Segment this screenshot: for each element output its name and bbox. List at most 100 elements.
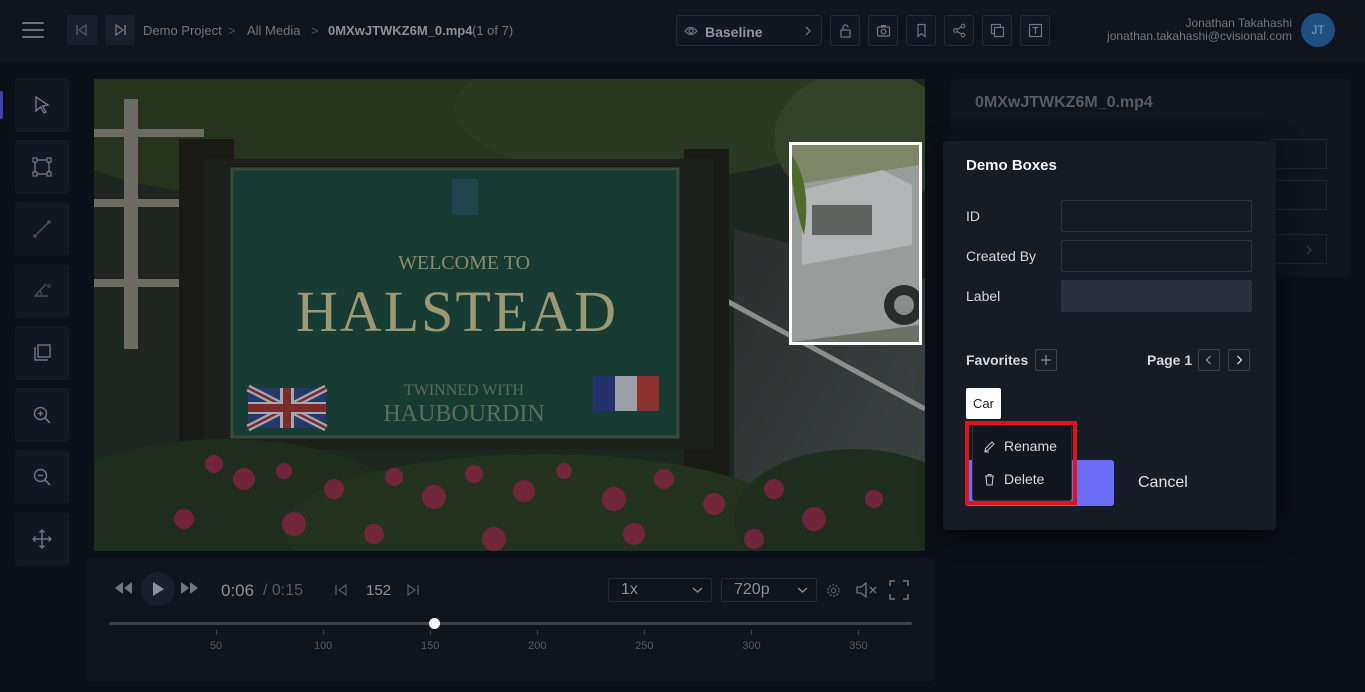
sign-twinned-text: TWINNED WITH xyxy=(404,382,525,399)
uk-flag xyxy=(246,384,328,432)
angle-tool[interactable] xyxy=(15,264,69,318)
panel-field-edge xyxy=(1271,180,1327,210)
fast-forward-icon[interactable] xyxy=(179,581,199,595)
bookmark-button[interactable] xyxy=(906,15,936,46)
text-box-icon xyxy=(1028,23,1042,38)
play-icon xyxy=(153,582,164,596)
share-button[interactable] xyxy=(944,15,974,46)
playback-speed-select[interactable]: 1x xyxy=(608,578,712,602)
timeline-tick xyxy=(858,630,860,635)
favorites-label: Favorites xyxy=(966,352,1029,368)
timeline-tick-label: 350 xyxy=(849,640,868,652)
version-selector[interactable]: Baseline xyxy=(676,15,822,46)
created-by-input[interactable] xyxy=(1061,240,1252,272)
add-favorite-button[interactable] xyxy=(1035,349,1057,371)
copy-icon xyxy=(990,23,1004,38)
menu-icon[interactable] xyxy=(22,22,44,40)
breadcrumb-separator: > xyxy=(311,23,319,38)
bounding-box-annotation[interactable] xyxy=(789,142,922,345)
timeline-tick xyxy=(430,630,432,635)
cancel-button[interactable]: Cancel xyxy=(1138,474,1188,492)
move-icon xyxy=(32,529,52,549)
breadcrumb-all-media[interactable]: All Media xyxy=(247,23,300,38)
select-tool[interactable] xyxy=(15,78,69,132)
rewind-icon[interactable] xyxy=(114,581,134,595)
timeline-track[interactable] xyxy=(109,622,912,625)
timeline-tick-label: 50 xyxy=(209,640,223,652)
breadcrumb-separator: > xyxy=(228,23,236,38)
next-page-button[interactable] xyxy=(1228,349,1250,371)
created-by-label: Created By xyxy=(966,248,1037,264)
highlight-box xyxy=(965,421,1077,505)
label-label: Label xyxy=(966,288,1001,304)
snapshot-button[interactable] xyxy=(868,15,898,46)
timeline-tick-label: 300 xyxy=(742,640,761,652)
playback-controls: 0:06 / 0:15 152 1x 720p 50 100 150 200 250 30… xyxy=(86,558,935,681)
camera-icon xyxy=(876,25,890,37)
favorite-chip-car[interactable]: Car xyxy=(966,388,1001,419)
lock-icon xyxy=(839,24,851,38)
media-file-title: 0MXwJTWKZ6M_0.mp4 xyxy=(975,94,1153,111)
playback-speed-value: 1x xyxy=(621,581,638,598)
top-bar: Demo Project > All Media > 0MXwJTWKZ6M_0… xyxy=(0,0,1365,62)
user-info: Jonathan Takahashi jonathan.takahashi@cv… xyxy=(1107,17,1292,43)
total-time: / 0:15 xyxy=(263,582,304,599)
sign-welcome-text: WELCOME TO xyxy=(398,252,530,274)
line-tool[interactable] xyxy=(15,202,69,256)
skip-previous-icon xyxy=(76,23,87,37)
plus-icon xyxy=(1041,355,1051,365)
chevron-right-icon xyxy=(805,26,811,36)
pan-tool[interactable] xyxy=(15,512,69,566)
label-input[interactable] xyxy=(1061,280,1252,312)
quality-select[interactable]: 720p xyxy=(721,578,817,602)
play-button[interactable] xyxy=(141,572,175,606)
frame-number[interactable]: 152 xyxy=(366,582,391,599)
chevron-down-icon xyxy=(692,587,703,593)
timeline-tick-label: 250 xyxy=(635,640,654,652)
previous-frame-icon[interactable] xyxy=(334,584,348,596)
share-icon xyxy=(952,23,965,38)
bookmark-icon xyxy=(916,23,926,38)
previous-media-button[interactable] xyxy=(67,15,97,45)
pointer-icon xyxy=(35,95,50,114)
timeline-tick xyxy=(216,630,218,635)
chevron-right-icon xyxy=(1306,245,1312,255)
zoom-out-tool[interactable] xyxy=(15,450,69,504)
version-label: Baseline xyxy=(705,24,763,40)
zoom-in-icon xyxy=(33,406,51,424)
zoom-out-icon xyxy=(33,468,51,486)
sign-twin-town: HAUBOURDIN xyxy=(383,401,544,427)
eye-icon xyxy=(684,26,698,36)
text-button[interactable] xyxy=(1020,15,1050,46)
copy-frames-tool[interactable] xyxy=(15,326,69,380)
quality-value: 720p xyxy=(734,581,770,598)
current-time: 0:06 xyxy=(221,581,255,600)
mute-icon[interactable] xyxy=(855,582,879,598)
chevron-left-icon xyxy=(1205,355,1211,365)
car-crop xyxy=(792,145,919,342)
sign-town-name: HALSTEAD xyxy=(296,279,618,344)
zoom-in-tool[interactable] xyxy=(15,388,69,442)
fullscreen-icon[interactable] xyxy=(889,580,909,600)
id-input[interactable] xyxy=(1061,200,1252,232)
timeline-tick-label: 100 xyxy=(313,640,333,652)
breadcrumb-current-file: 0MXwJTWKZ6M_0.mp4 xyxy=(328,23,473,38)
lock-button[interactable] xyxy=(830,15,860,46)
breadcrumb-project[interactable]: Demo Project xyxy=(143,23,222,38)
timeline-playhead[interactable] xyxy=(428,618,440,629)
previous-page-button[interactable] xyxy=(1198,349,1220,371)
id-label: ID xyxy=(966,208,980,224)
timeline-tick xyxy=(751,630,753,635)
panel-field-edge xyxy=(1271,139,1327,169)
chevron-down-icon xyxy=(797,587,808,593)
skip-next-icon xyxy=(115,23,126,37)
timeline-tick xyxy=(323,630,325,635)
settings-gear-icon[interactable] xyxy=(826,583,841,598)
next-media-button[interactable] xyxy=(105,15,135,45)
copy-frames-icon xyxy=(34,344,51,361)
avatar[interactable]: JT xyxy=(1301,13,1335,47)
next-frame-icon[interactable] xyxy=(406,584,420,596)
user-email: jonathan.takahashi@cvisional.com xyxy=(1107,29,1292,43)
bounding-box-tool[interactable] xyxy=(15,140,69,194)
copy-button[interactable] xyxy=(982,15,1012,46)
